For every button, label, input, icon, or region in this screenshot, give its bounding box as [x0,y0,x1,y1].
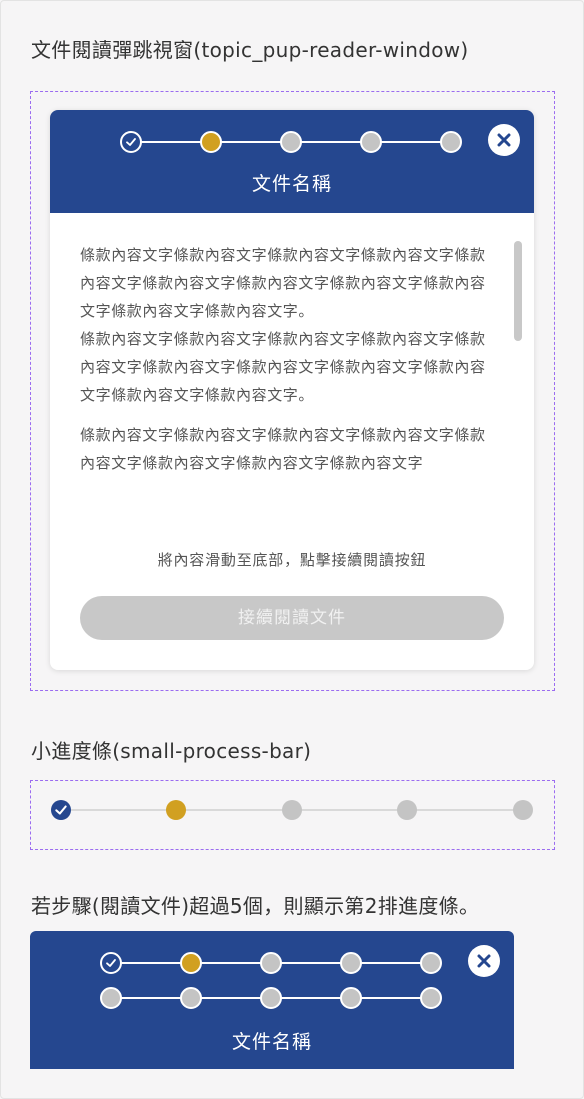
continue-reading-button[interactable]: 接續閱讀文件 [80,596,504,640]
step-pending[interactable] [513,800,533,820]
terms-paragraph: 條款內容文字條款內容文字條款內容文字條款內容文字條款內容文字條款內容文字條款內容… [80,330,486,404]
step-current[interactable] [166,800,186,820]
scrollbar[interactable] [514,241,522,529]
section-title-reader-window: 文件閱讀彈跳視窗(topic_pup-reader-window) [31,38,469,62]
small-progress-bar [51,799,533,821]
step-pending[interactable] [440,131,462,153]
scrollbar-thumb[interactable] [514,241,522,341]
progress-stepper-row-1 [100,952,444,974]
step-pending[interactable] [282,800,302,820]
terms-content[interactable]: 條款內容文字條款內容文字條款內容文字條款內容文字條款內容文字條款內容文字條款內容… [80,241,490,529]
check-icon [55,805,67,815]
two-row-modal-header: 文件名稱 [30,931,514,1069]
modal-header: 文件名稱 [50,110,534,213]
step-pending[interactable] [260,952,282,974]
check-icon [106,959,116,967]
terms-paragraph: 條款內容文字條款內容文字條款內容文字條款內容文字條款內容文字條款內容文字條款內容… [80,426,486,472]
progress-stepper-row-2 [100,987,444,1009]
step-pending[interactable] [180,987,202,1009]
step-pending[interactable] [340,987,362,1009]
terms-paragraph: 條款內容文字條款內容文字條款內容文字條款內容文字條款內容文字條款內容文字條款內容… [80,246,486,320]
step-pending[interactable] [420,952,442,974]
step-pending[interactable] [260,987,282,1009]
step-current[interactable] [180,952,202,974]
step-pending[interactable] [420,987,442,1009]
step-done[interactable] [100,952,122,974]
step-done[interactable] [120,131,142,153]
section-title-small-process-bar: 小進度條(small-process-bar) [31,739,312,763]
step-done[interactable] [51,800,71,820]
close-button[interactable] [488,124,520,156]
progress-stepper [120,131,464,153]
close-icon [497,133,511,147]
close-icon [477,954,491,968]
document-title: 文件名稱 [251,173,332,195]
check-icon [126,138,136,146]
reader-modal: 文件名稱 條款內容文字條款內容文字條款內容文字條款內容文字條款內容文字條款內容文… [50,110,534,670]
step-current[interactable] [200,131,222,153]
step-pending[interactable] [397,800,417,820]
scroll-hint: 將內容滑動至底部，點擊接續閱讀按鈕 [157,551,427,569]
step-pending[interactable] [280,131,302,153]
step-pending[interactable] [360,131,382,153]
close-button[interactable] [468,945,500,977]
step-pending[interactable] [100,987,122,1009]
section-title-second-row: 若步驟(閱讀文件)超過5個，則顯示第2排進度條。 [31,894,480,918]
document-title: 文件名稱 [231,1031,312,1053]
step-pending[interactable] [340,952,362,974]
